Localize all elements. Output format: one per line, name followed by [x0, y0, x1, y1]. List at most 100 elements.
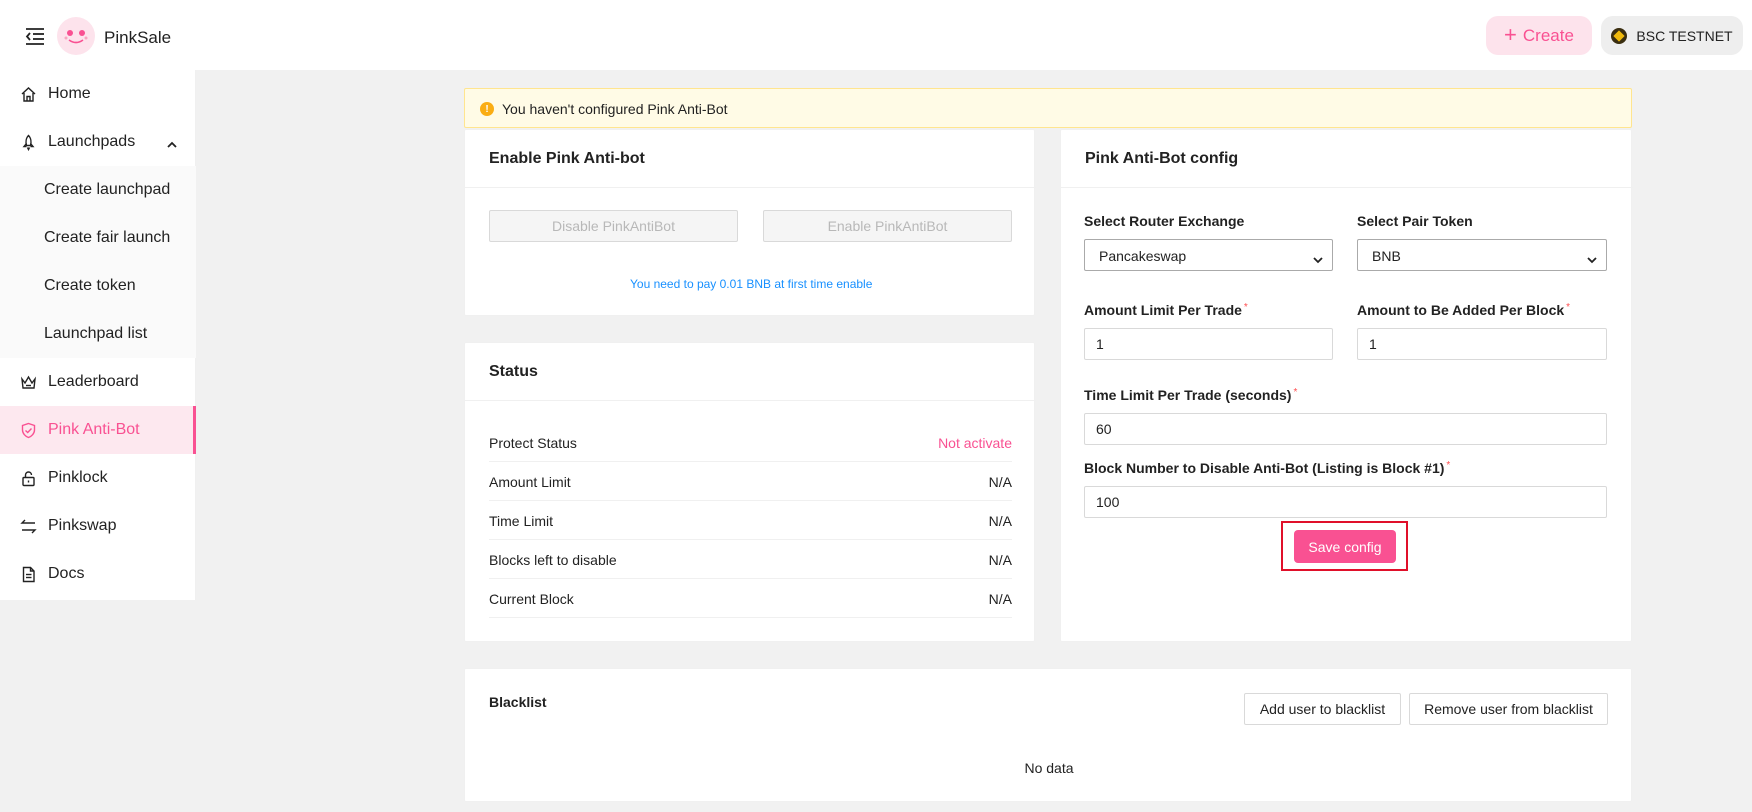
time-limit-input[interactable]: [1084, 413, 1607, 445]
sidebar-item-home[interactable]: Home: [0, 70, 196, 118]
pinksale-logo[interactable]: [57, 17, 95, 55]
amount-added-input[interactable]: [1357, 328, 1607, 360]
remove-user-from-blacklist-button[interactable]: Remove user from blacklist: [1409, 693, 1608, 725]
block-number-label: Block Number to Disable Anti-Bot (Listin…: [1084, 460, 1450, 476]
sidebar-item-label: Docs: [48, 565, 85, 582]
status-key: Blocks left to disable: [489, 552, 617, 568]
status-value: N/A: [988, 552, 1012, 568]
pair-token-label: Select Pair Token: [1357, 213, 1473, 229]
sidebar-item-create-fair-launch[interactable]: Create fair launch: [0, 214, 196, 262]
status-card: Status Protect Status Not activate Amoun…: [464, 342, 1036, 642]
chevron-down-icon: [1313, 251, 1323, 264]
status-value: N/A: [988, 591, 1012, 607]
router-exchange-label: Select Router Exchange: [1084, 213, 1245, 229]
blacklist-card: Blacklist Add user to blacklist Remove u…: [464, 668, 1632, 802]
status-row-time-limit: Time Limit N/A: [489, 501, 1012, 540]
amount-added-label: Amount to Be Added Per Block *: [1357, 302, 1570, 318]
sidebar-item-label: Launchpad list: [44, 325, 148, 342]
sidebar-item-label: Pinklock: [48, 469, 108, 486]
sidebar-item-label: Create launchpad: [44, 181, 171, 198]
amount-limit-label: Amount Limit Per Trade *: [1084, 302, 1248, 318]
network-selector-button[interactable]: BSC TESTNET: [1601, 16, 1743, 55]
status-value: Not activate: [938, 435, 1012, 451]
status-key: Time Limit: [489, 513, 554, 529]
sidebar-item-label: Pinkswap: [48, 517, 117, 534]
enable-anti-bot-card: Enable Pink Anti-bot Disable PinkAntiBot…: [464, 129, 1036, 316]
sidebar-item-launchpad-list[interactable]: Launchpad list: [0, 310, 196, 358]
menu-fold-icon[interactable]: [24, 26, 46, 46]
chevron-down-icon: [1587, 251, 1597, 264]
divider: [465, 400, 1036, 401]
bnb-icon: [1611, 27, 1628, 44]
crown-icon: [20, 374, 37, 391]
sidebar-item-label: Leaderboard: [48, 373, 139, 390]
sidebar-item-label: Create fair launch: [44, 229, 171, 246]
status-key: Amount Limit: [489, 474, 571, 490]
sidebar: Home Launchpads Create launchpad Create …: [0, 70, 196, 600]
card-title: Blacklist: [489, 694, 547, 710]
status-row-current-block: Current Block N/A: [489, 579, 1012, 618]
home-icon: [20, 86, 37, 103]
block-number-label-text: Block Number to Disable Anti-Bot (Listin…: [1084, 460, 1445, 476]
payment-hint: You need to pay 0.01 BNB at first time e…: [630, 277, 873, 291]
router-exchange-select[interactable]: Pancakeswap: [1084, 239, 1333, 271]
card-title: Pink Anti-Bot config: [1085, 150, 1239, 167]
rocket-icon: [20, 134, 37, 152]
alert-message: You haven't configured Pink Anti-Bot: [502, 101, 728, 117]
status-row-amount-limit: Amount Limit N/A: [489, 462, 1012, 501]
router-exchange-value: Pancakeswap: [1099, 248, 1187, 264]
amount-limit-label-text: Amount Limit Per Trade: [1084, 302, 1242, 318]
sidebar-item-label: Create token: [44, 277, 136, 294]
status-value: N/A: [988, 474, 1012, 490]
empty-state: No data: [1024, 760, 1074, 776]
swap-icon: [20, 518, 37, 535]
status-row-blocks-left: Blocks left to disable N/A: [489, 540, 1012, 579]
lock-icon: [20, 470, 37, 487]
chevron-up-icon: [167, 137, 177, 148]
warning-alert: ! You haven't configured Pink Anti-Bot: [464, 88, 1632, 128]
brand-name[interactable]: PinkSale: [104, 28, 171, 48]
required-mark: *: [1446, 460, 1451, 471]
shield-icon: [20, 422, 37, 439]
save-config-button[interactable]: Save config: [1294, 530, 1396, 563]
sidebar-item-create-launchpad[interactable]: Create launchpad: [0, 166, 196, 214]
sidebar-item-create-token[interactable]: Create token: [0, 262, 196, 310]
required-mark: *: [1293, 387, 1298, 398]
disable-pinkantibot-button[interactable]: Disable PinkAntiBot: [489, 210, 738, 242]
status-key: Protect Status: [489, 435, 577, 451]
required-mark: *: [1566, 302, 1571, 313]
sidebar-item-pink-anti-bot[interactable]: Pink Anti-Bot: [0, 406, 196, 454]
sidebar-item-label: Launchpads: [48, 133, 136, 150]
sidebar-item-label: Pink Anti-Bot: [48, 421, 140, 438]
create-button[interactable]: + Create: [1486, 16, 1592, 55]
create-button-label: Create: [1522, 25, 1574, 45]
amount-added-label-text: Amount to Be Added Per Block: [1357, 302, 1565, 318]
sidebar-item-launchpads[interactable]: Launchpads: [0, 118, 196, 166]
amount-limit-input[interactable]: [1084, 328, 1333, 360]
sidebar-item-docs[interactable]: Docs: [0, 550, 196, 598]
time-limit-label: Time Limit Per Trade (seconds) *: [1084, 387, 1297, 403]
block-number-input[interactable]: [1084, 486, 1607, 518]
status-value: N/A: [988, 513, 1012, 529]
add-user-to-blacklist-button[interactable]: Add user to blacklist: [1244, 693, 1401, 725]
document-icon: [20, 566, 37, 583]
enable-pinkantibot-button[interactable]: Enable PinkAntiBot: [763, 210, 1012, 242]
sidebar-item-pinklock[interactable]: Pinklock: [0, 454, 196, 502]
pair-token-value: BNB: [1372, 248, 1401, 264]
exclamation-circle-icon: !: [480, 102, 494, 116]
sidebar-item-label: Home: [48, 85, 91, 102]
sidebar-item-pinkswap[interactable]: Pinkswap: [0, 502, 196, 550]
divider: [1061, 187, 1633, 188]
status-row-protect-status: Protect Status Not activate: [489, 423, 1012, 462]
sidebar-item-leaderboard[interactable]: Leaderboard: [0, 358, 196, 406]
time-limit-label-text: Time Limit Per Trade (seconds): [1084, 387, 1292, 403]
pair-token-select[interactable]: BNB: [1357, 239, 1607, 271]
card-title: Status: [489, 363, 538, 380]
required-mark: *: [1243, 302, 1248, 313]
top-header: PinkSale + Create BSC TESTNET: [0, 0, 1752, 70]
plus-icon: +: [1504, 21, 1517, 47]
card-title: Enable Pink Anti-bot: [489, 150, 645, 167]
divider: [465, 187, 1036, 188]
status-key: Current Block: [489, 591, 574, 607]
network-label: BSC TESTNET: [1636, 27, 1733, 44]
